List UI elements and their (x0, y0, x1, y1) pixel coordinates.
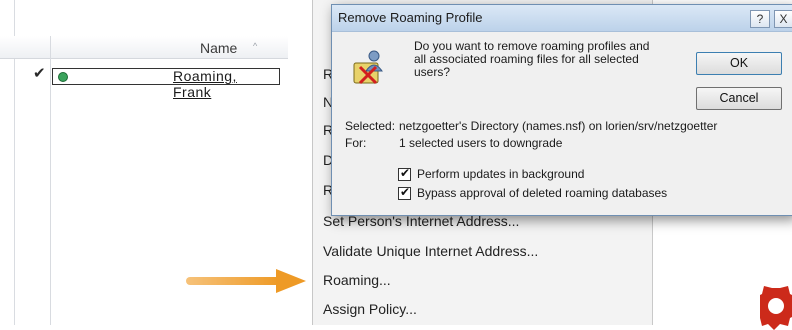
menu-item-assign-policy[interactable]: Assign Policy... (323, 301, 417, 317)
row-selection-box[interactable]: Roaming, Frank (52, 68, 280, 100)
for-label: For: (345, 136, 367, 150)
menu-item-validate-internet-address[interactable]: Validate Unique Internet Address... (323, 243, 538, 259)
check-icon: ✔ (33, 65, 46, 82)
arrow-icon (186, 269, 306, 293)
person-name[interactable]: Roaming, Frank (173, 68, 279, 100)
question-line: users? (414, 65, 451, 79)
ok-button[interactable]: OK (696, 52, 782, 75)
for-value: 1 selected users to downgrade (399, 136, 563, 150)
table-row[interactable]: ✔ Roaming, Frank (30, 65, 280, 100)
dialog-titlebar[interactable]: Remove Roaming Profile ? X (332, 5, 792, 32)
checkmark-icon: ✔ (400, 166, 411, 180)
close-icon[interactable]: X (774, 10, 792, 28)
cancel-button[interactable]: Cancel (696, 87, 782, 110)
bypass-approval-checkbox[interactable]: ✔ (398, 185, 411, 200)
checkmark-icon: ✔ (400, 185, 411, 199)
confirmation-question: Do you want to remove roaming profiles a… (414, 40, 684, 79)
perform-updates-checkbox[interactable]: ✔ (398, 166, 411, 181)
selected-label: Selected: (345, 119, 396, 133)
perform-updates-label[interactable]: Perform updates in background (417, 167, 584, 181)
remove-roaming-profile-dialog: Remove Roaming Profile ? X Do you want t… (331, 4, 792, 216)
gear-logo-icon (760, 286, 792, 330)
selected-value: netzgoetter's Directory (names.nsf) on l… (399, 119, 718, 133)
help-icon[interactable]: ? (750, 10, 770, 28)
status-dot-icon (58, 72, 68, 82)
question-line: all associated roaming files for all sel… (414, 52, 639, 66)
list-header (0, 36, 288, 59)
sort-ascending-icon[interactable]: ^ (253, 41, 257, 51)
name-column-header[interactable]: Name (200, 40, 237, 56)
dialog-title: Remove Roaming Profile (338, 10, 483, 25)
remove-profile-icon (353, 50, 383, 85)
menu-item-roaming[interactable]: Roaming... (323, 272, 391, 288)
bypass-approval-label[interactable]: Bypass approval of deleted roaming datab… (417, 186, 667, 200)
